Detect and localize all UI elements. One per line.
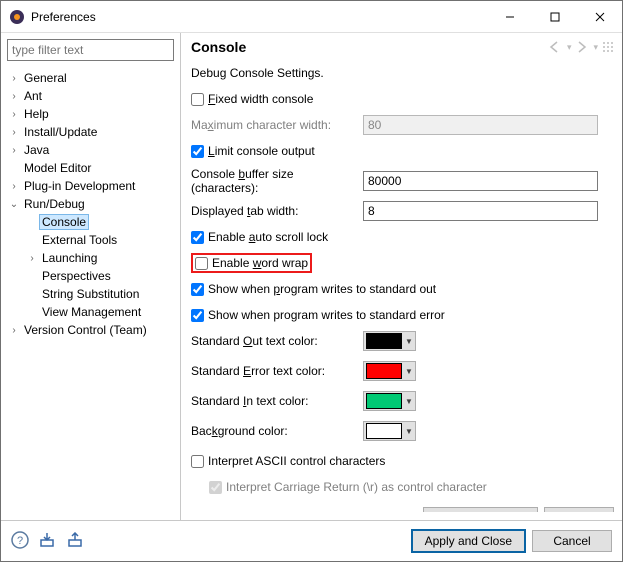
tab-width-label: Displayed tab width: <box>191 204 363 218</box>
tree-item-perspectives[interactable]: Perspectives <box>1 267 180 285</box>
menu-icon[interactable] <box>602 41 614 53</box>
help-icon[interactable]: ? <box>11 531 29 552</box>
export-icon[interactable] <box>67 532 85 551</box>
tree-item-externaltools[interactable]: External Tools <box>1 231 180 249</box>
restore-defaults-button[interactable]: Restore Defaults <box>423 507 538 512</box>
tree-item-general[interactable]: ›General <box>1 69 180 87</box>
show-stdout-checkbox[interactable]: Show when program writes to standard out <box>191 282 436 296</box>
stdout-color-label: Standard Out text color: <box>191 334 363 348</box>
window-title: Preferences <box>31 10 487 24</box>
titlebar: Preferences <box>1 1 622 33</box>
interpret-ascii-checkbox[interactable]: Interpret ASCII control characters <box>191 454 385 468</box>
minimize-button[interactable] <box>487 2 532 32</box>
interpret-cr-checkbox: Interpret Carriage Return (\r) as contro… <box>209 480 487 494</box>
apply-and-close-button[interactable]: Apply and Close <box>411 529 526 553</box>
tree-item-install[interactable]: ›Install/Update <box>1 123 180 141</box>
limit-output-checkbox[interactable]: Limit console output <box>191 144 315 158</box>
app-icon <box>9 9 25 25</box>
apply-button[interactable]: Apply <box>544 507 614 512</box>
fixed-width-checkbox[interactable]: Fixed width console <box>191 92 313 106</box>
tree-item-rundebug[interactable]: ⌄Run/Debug <box>1 195 180 213</box>
word-wrap-checkbox[interactable]: Enable word wrap <box>195 256 308 270</box>
bg-color-button[interactable]: ▼ <box>363 421 416 441</box>
tree-item-versioncontrol[interactable]: ›Version Control (Team) <box>1 321 180 339</box>
nav-tree: ›General ›Ant ›Help ›Install/Update ›Jav… <box>1 67 180 520</box>
buffer-size-input[interactable] <box>363 171 598 191</box>
stdin-color-button[interactable]: ▼ <box>363 391 416 411</box>
forward-icon[interactable] <box>575 41 589 53</box>
stderr-color-label: Standard Error text color: <box>191 364 363 378</box>
tab-width-input[interactable] <box>363 201 598 221</box>
tree-item-stringsub[interactable]: String Substitution <box>1 285 180 303</box>
tree-item-console[interactable]: Console <box>1 213 180 231</box>
fixed-width-label: ixed width console <box>215 92 313 106</box>
back-icon[interactable] <box>549 41 563 53</box>
bg-color-label: Background color: <box>191 424 363 438</box>
filter-input[interactable] <box>7 39 174 61</box>
stdout-color-button[interactable]: ▼ <box>363 331 416 351</box>
page-title: Console <box>191 39 549 55</box>
tree-item-plugin[interactable]: ›Plug-in Development <box>1 177 180 195</box>
tree-item-help[interactable]: ›Help <box>1 105 180 123</box>
stderr-color-button[interactable]: ▼ <box>363 361 416 381</box>
import-icon[interactable] <box>39 532 57 551</box>
svg-text:?: ? <box>17 535 23 547</box>
word-wrap-highlight: Enable word wrap <box>191 253 312 273</box>
tree-item-viewmgmt[interactable]: View Management <box>1 303 180 321</box>
max-char-width-label: Maximum character width: <box>191 118 363 132</box>
stdin-color-label: Standard In text color: <box>191 394 363 408</box>
subtitle: Debug Console Settings. <box>191 66 324 80</box>
show-stderr-checkbox[interactable]: Show when program writes to standard err… <box>191 308 445 322</box>
tree-item-launching[interactable]: ›Launching <box>1 249 180 267</box>
tree-item-java[interactable]: ›Java <box>1 141 180 159</box>
tree-item-model[interactable]: Model Editor <box>1 159 180 177</box>
close-button[interactable] <box>577 2 622 32</box>
tree-item-ant[interactable]: ›Ant <box>1 87 180 105</box>
maximize-button[interactable] <box>532 2 577 32</box>
max-char-width-input <box>363 115 598 135</box>
auto-scroll-checkbox[interactable]: Enable auto scroll lock <box>191 230 328 244</box>
cancel-button[interactable]: Cancel <box>532 530 612 552</box>
buffer-size-label: Console buffer size (characters): <box>191 167 363 195</box>
